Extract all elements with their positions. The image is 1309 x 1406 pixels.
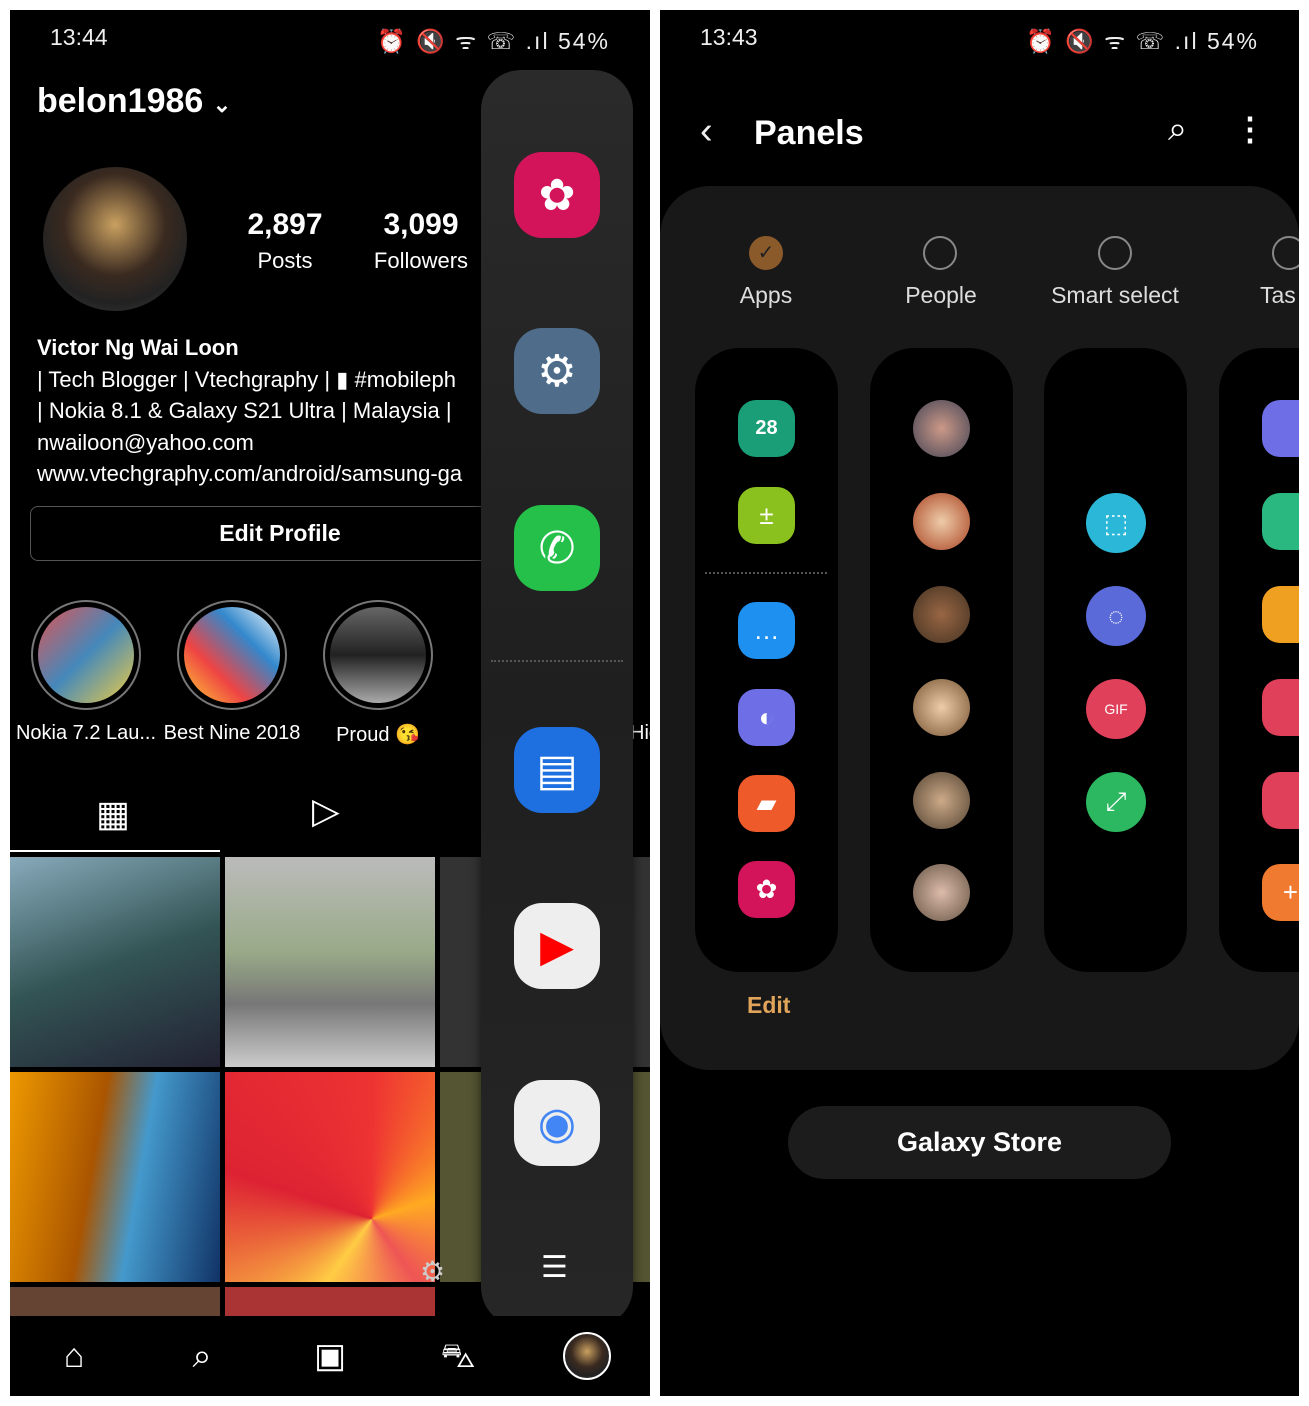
add-task-icon: + [1262,864,1299,921]
highlight-label: Proud 😘 [336,724,420,746]
calendar-icon: 28 [738,400,795,457]
edge-settings-icon[interactable]: ⚙ [420,1255,445,1288]
chrome-app-icon[interactable]: ◉ [514,1080,600,1166]
followers-label: Followers [373,248,469,273]
panels-settings-screen: 13:43 ⏰ 🔇 ᯤ ☏ .ıl 54% ‹ Panels ⌕ ⋮ ✓ App… [660,10,1299,1396]
gallery-app-icon[interactable]: ✿ [514,152,600,238]
contact-avatar [913,772,970,829]
bio-line: | Nokia 8.1 & Galaxy S21 Ultra | Malaysi… [37,398,452,423]
post-thumbnail[interactable] [10,1072,220,1282]
panel-label: People [905,282,977,308]
active-tab-indicator [10,850,220,852]
calculator-icon: ± [738,487,795,544]
alarm-icon [1262,400,1299,457]
divider [705,572,827,574]
people-panel-preview[interactable] [870,348,1013,972]
edit-profile-button[interactable]: Edit Profile [30,506,530,561]
tasks-panel-preview[interactable]: + [1219,348,1299,972]
panel-label: Smart select [1051,282,1179,308]
posts-label: Posts [257,248,313,273]
pin-to-screen-icon: ⤢ [1086,772,1146,832]
post-thumbnail[interactable] [225,1072,435,1282]
instagram-screen: 13:44 ⏰ 🔇 ᯤ ☏ .ıl 54% belon1986 ⌄ 2,897 P… [10,10,650,1396]
home-icon[interactable]: ⌂ [52,1334,96,1378]
more-options-icon[interactable]: ⋮ [1234,110,1266,148]
rectangle-select-icon: ⬚ [1086,493,1146,553]
task-icon [1262,772,1299,829]
reels-icon[interactable]: ▣ [308,1334,352,1378]
username-dropdown[interactable]: belon1986 ⌄ [37,82,231,121]
tasks-panel-checkbox[interactable] [1272,236,1299,270]
followers-count: 3,099 [383,208,459,241]
edit-button[interactable]: Edit [747,992,790,1019]
page-title: Panels [754,114,864,152]
shop-icon[interactable]: ⛍ [436,1334,480,1378]
messages-app-icon[interactable]: ▤ [514,727,600,813]
contact-avatar [913,864,970,921]
status-time: 13:44 [50,24,108,50]
followers-stat[interactable]: 3,099 Followers [356,208,486,274]
divider [491,660,623,662]
smart-select-panel-preview[interactable]: ⬚ ◌ GIF ⤢ [1044,348,1187,972]
reels-tab-icon[interactable]: ▷ [312,790,340,832]
search-task-icon [1262,493,1299,550]
bio-link[interactable]: www.vtechgraphy.com/android/samsung-ga [37,458,462,490]
battery-level: 54% [1206,28,1259,54]
people-panel-checkbox[interactable] [923,236,957,270]
chevron-down-icon: ⌄ [212,92,232,117]
voice-recorder-icon [1262,679,1299,736]
bio-email[interactable]: nwailoon@yahoo.com [37,427,462,459]
panel-label: Apps [739,282,793,308]
highlight-label: Hig [630,722,650,744]
settings-app-icon[interactable]: ⚙ [514,328,600,414]
profile-avatar[interactable] [563,1332,611,1380]
back-icon[interactable]: ‹ [700,110,713,153]
apps-panel-checkbox[interactable]: ✓ [749,236,783,270]
bio-line: | Tech Blogger | Vtechgraphy | ▮ #mobile… [37,366,456,392]
highlight-label: Nokia 7.2 Lau... [15,722,157,744]
highlight-item[interactable] [31,600,141,710]
profile-avatar[interactable] [43,167,187,311]
post-thumbnail[interactable] [10,1287,220,1317]
post-thumbnail[interactable] [225,1287,435,1317]
posts-stat[interactable]: 2,897 Posts [220,208,350,274]
grid-tab-icon[interactable]: ▦ [96,793,130,835]
apps-panel-preview[interactable]: 28 ± … ◐ ▰ ✿ [695,348,838,972]
bottom-nav: ⌂ ⌕ ▣ ⛍ [10,1316,650,1396]
internet-icon: ◐ [738,689,795,746]
notes-icon: ▰ [738,775,795,832]
username: belon1986 [37,82,204,120]
highlight-item[interactable] [323,600,433,710]
messages-icon: … [738,602,795,659]
post-thumbnail[interactable] [225,857,435,1067]
status-icons: ⏰ 🔇 ᯤ ☏ .ıl [377,28,550,54]
status-icons: ⏰ 🔇 ᯤ ☏ .ıl [1026,28,1199,54]
full-name: Victor Ng Wai Loon [37,335,239,360]
battery-level: 54% [557,28,610,54]
edge-panel: ✿ ⚙ ✆ ▤ ▶ ◉ ☰ [481,70,633,1327]
profile-bio: Victor Ng Wai Loon | Tech Blogger | Vtec… [37,332,462,490]
post-thumbnail[interactable] [10,857,220,1067]
highlight-item[interactable] [177,600,287,710]
galaxy-store-button[interactable]: Galaxy Store [788,1106,1171,1179]
contact-avatar [913,400,970,457]
contact-avatar [913,679,970,736]
status-time: 13:43 [700,24,758,50]
menu-icon[interactable]: ☰ [541,1250,568,1285]
posts-count: 2,897 [247,208,323,241]
gallery-icon: ✿ [738,861,795,918]
whatsapp-app-icon[interactable]: ✆ [514,505,600,591]
panels-card: ✓ Apps People Smart select Tas 28 ± … ◐ … [660,186,1299,1070]
youtube-app-icon[interactable]: ▶ [514,903,600,989]
search-icon[interactable]: ⌕ [1168,110,1187,149]
contact-avatar [913,586,970,643]
timer-icon [1262,586,1299,643]
oval-select-icon: ◌ [1086,586,1146,646]
panel-label: Tas [1260,282,1296,308]
smart-select-panel-checkbox[interactable] [1098,236,1132,270]
highlight-label: Best Nine 2018 [163,722,301,744]
contact-avatar [913,493,970,550]
animation-gif-icon: GIF [1086,679,1146,739]
search-icon[interactable]: ⌕ [180,1334,224,1378]
